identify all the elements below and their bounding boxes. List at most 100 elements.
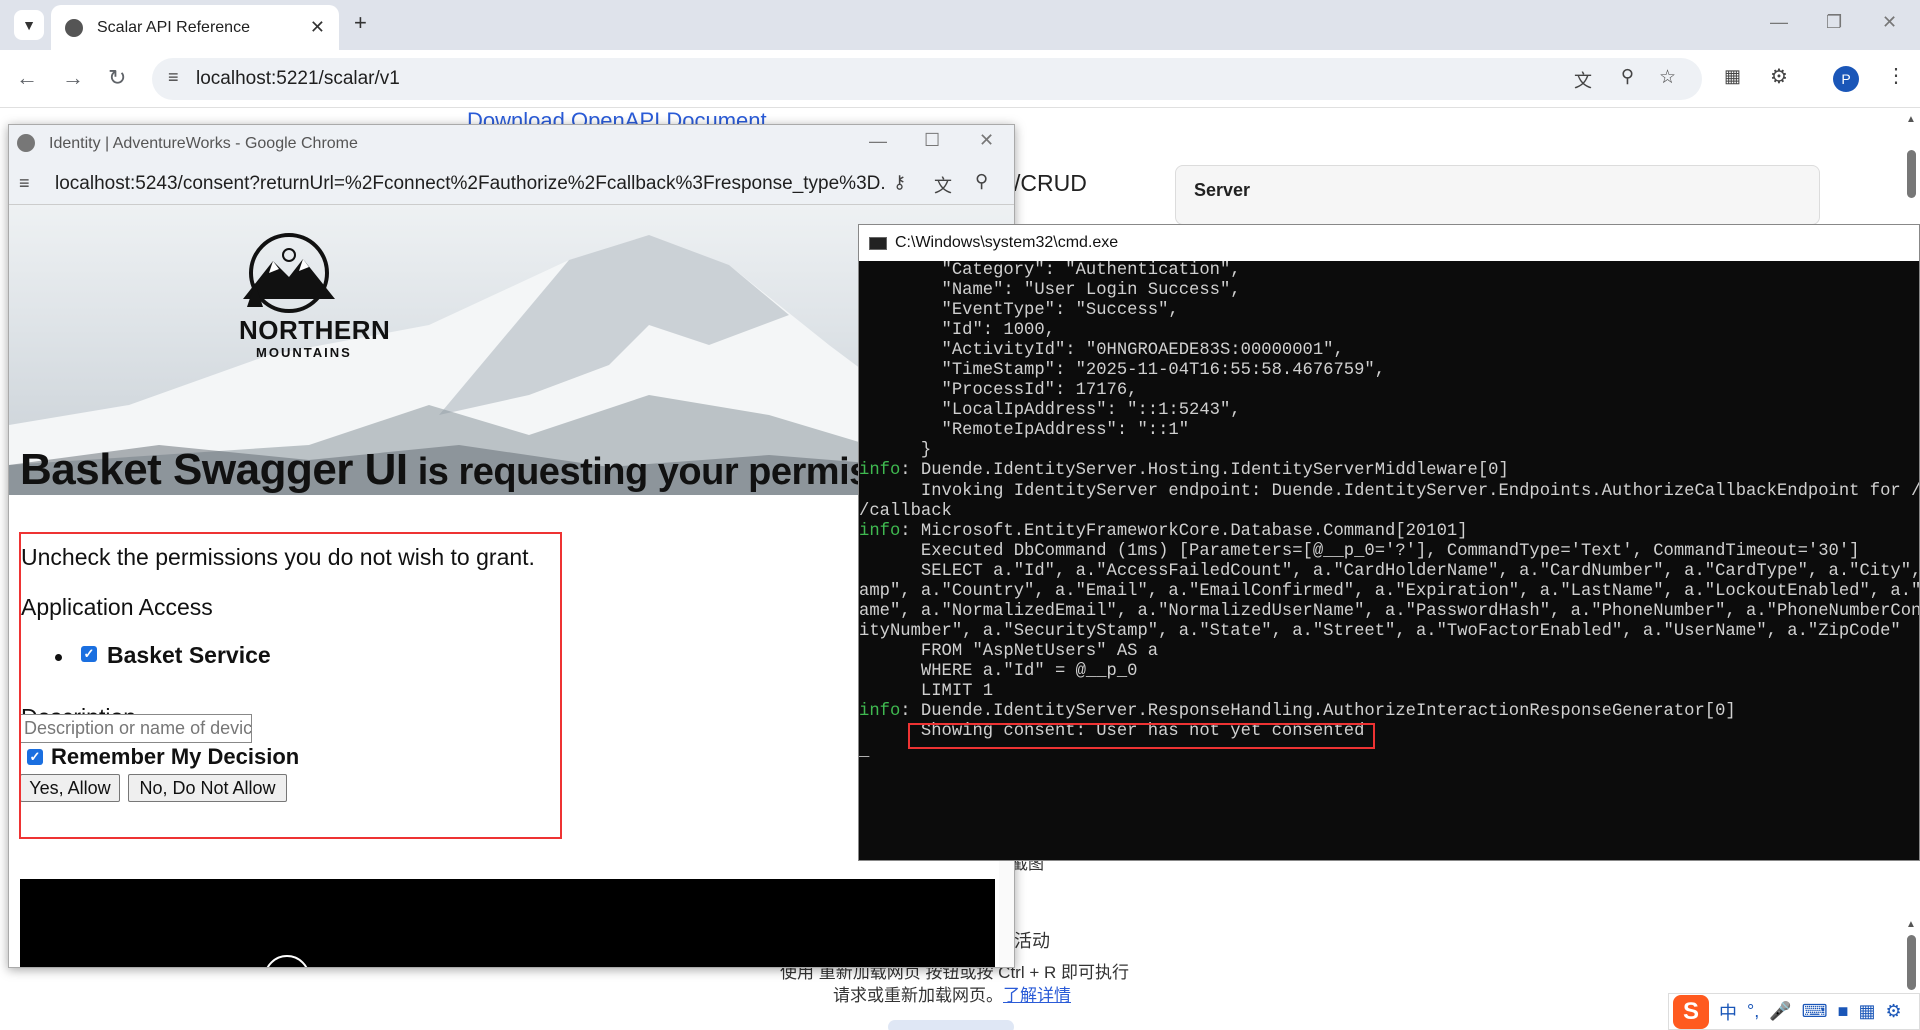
server-panel[interactable]: Server: [1175, 165, 1820, 225]
scrollbar-thumb[interactable]: [1907, 150, 1916, 198]
console-line: "RemoteIpAddress": "::1": [859, 421, 1919, 441]
popup-window-title: Identity | AdventureWorks - Google Chrom…: [49, 135, 358, 152]
new-tab-button[interactable]: +: [354, 10, 367, 36]
bg-text-4: 请求或重新加载网页。: [833, 986, 1003, 1005]
console-line: /callback: [859, 502, 1919, 522]
consent-log-highlight: [908, 723, 1375, 749]
bookmark-star-icon[interactable]: ☆: [1659, 66, 1676, 89]
learn-more-link[interactable]: 了解详情: [1003, 981, 1071, 1006]
site-info-icon[interactable]: ≡: [168, 67, 179, 88]
reload-button[interactable]: ↻: [108, 65, 126, 91]
popup-url: localhost:5243/consent?returnUrl=%2Fconn…: [55, 172, 885, 194]
address-bar[interactable]: ≡ localhost:5221/scalar/v1 文 ⚲ ☆: [152, 58, 1702, 100]
reload-pill[interactable]: [888, 1020, 1014, 1030]
console-line: info: Duende.IdentityServer.ResponseHand…: [859, 702, 1919, 722]
apps-grid-icon[interactable]: ▦: [1858, 1001, 1875, 1022]
server-label: Server: [1194, 180, 1251, 200]
keyboard-icon[interactable]: ⌨: [1802, 1001, 1828, 1022]
crud-heading: /CRUD: [1014, 170, 1087, 196]
footer-logo-icon: [264, 955, 310, 967]
northern-mountains-logo-icon: [243, 233, 335, 313]
url-text: localhost:5221/scalar/v1: [196, 68, 400, 89]
popup-minimize-button[interactable]: —: [869, 131, 887, 152]
consent-heading: Basket Swagger UI is requesting your per…: [20, 445, 946, 495]
key-icon[interactable]: ⚷: [893, 172, 906, 193]
ime-toolbar: S 中 °, 🎤 ⌨ ■ ▦ ⚙: [1668, 993, 1920, 1030]
site-info-icon[interactable]: ≡: [19, 173, 30, 194]
scrollbar-thumb-2[interactable]: [1907, 935, 1916, 990]
ime-punctuation[interactable]: °,: [1747, 1001, 1759, 1022]
console-line: LIMIT 1: [859, 681, 1919, 702]
back-button[interactable]: ←: [16, 65, 38, 91]
console-line-text: ame", a."NormalizedEmail", a."Normalized…: [859, 601, 1919, 621]
console-line: amp", a."Country", a."Email", a."EmailCo…: [859, 581, 1920, 602]
console-line-text: FROM "AspNetUsers" AS a: [859, 641, 1159, 661]
console-line-text: ityNumber", a."SecurityStamp", a."State"…: [859, 621, 1901, 641]
logo-text-mountains: MOUNTAINS: [256, 345, 352, 360]
extension-app-icon[interactable]: ▦: [1724, 66, 1741, 87]
scroll-up-arrow[interactable]: ▲: [1906, 114, 1916, 125]
console-line-text: : Duende.IdentityServer.ResponseHandling…: [900, 702, 1736, 722]
console-line: "ProcessId": 17176,: [859, 381, 1919, 401]
console-line: ityNumber", a."SecurityStamp", a."State"…: [859, 621, 1919, 642]
translate-icon[interactable]: 文: [1574, 67, 1592, 93]
console-line: SELECT a."Id", a."AccessFailedCount", a.…: [859, 561, 1920, 582]
profile-avatar[interactable]: P: [1833, 66, 1859, 92]
translate-icon[interactable]: 文: [934, 172, 952, 198]
console-line-text: : Microsoft.EntityFrameworkCore.Database…: [900, 521, 1468, 541]
console-line-text: "Category": "Authentication",: [859, 261, 1241, 280]
console-line-text: }: [859, 441, 932, 461]
console-line: ame", a."NormalizedEmail", a."Normalized…: [859, 601, 1919, 622]
more-menu-icon[interactable]: ⋮: [1886, 63, 1906, 88]
toolbar: ← → ↻ ≡ localhost:5221/scalar/v1 文 ⚲ ☆ ▦…: [0, 50, 1920, 108]
popup-close-button[interactable]: ✕: [979, 130, 994, 151]
popup-title-bar: Identity | AdventureWorks - Google Chrom…: [9, 125, 1014, 163]
console-line: Executed DbCommand (1ms) [Parameters=[@_…: [859, 541, 1919, 562]
tab-scalar[interactable]: Scalar API Reference ✕: [51, 5, 339, 50]
scroll-up-arrow-2[interactable]: ▲: [1906, 919, 1916, 930]
log-level-label: info: [859, 461, 901, 481]
console-line-text: : Duende.IdentityServer.Hosting.Identity…: [900, 461, 1509, 481]
extensions-puzzle-icon[interactable]: ⚙: [1770, 64, 1788, 89]
cmd-window: C:\Windows\system32\cmd.exe "Category": …: [858, 224, 1920, 861]
skin-icon[interactable]: ⚙: [1886, 1001, 1902, 1022]
microphone-icon[interactable]: 🎤: [1769, 1001, 1791, 1022]
tab-title: Scalar API Reference: [97, 18, 250, 36]
client-app-name: Basket Swagger UI: [20, 445, 408, 494]
close-tab-icon[interactable]: ✕: [310, 17, 325, 38]
sogou-logo-icon[interactable]: S: [1673, 994, 1709, 1029]
close-window-button[interactable]: ✕: [1882, 12, 1897, 33]
forward-button[interactable]: →: [62, 65, 84, 91]
tab-search-button[interactable]: ▼: [14, 10, 44, 40]
cmd-icon: [869, 237, 887, 250]
ime-language[interactable]: 中: [1719, 999, 1737, 1025]
console-line: "EventType": "Success",: [859, 301, 1919, 321]
console-line-text: WHERE a."Id" = @__p_0: [859, 661, 1138, 681]
cmd-title: C:\Windows\system32\cmd.exe: [895, 234, 1119, 251]
shirt-icon[interactable]: ■: [1838, 1001, 1849, 1022]
console-line: "LocalIpAddress": "::1:5243",: [859, 401, 1919, 421]
zoom-icon[interactable]: ⚲: [975, 171, 988, 192]
console-line-text: "EventType": "Success",: [859, 301, 1179, 321]
console-line: WHERE a."Id" = @__p_0: [859, 661, 1919, 682]
minimize-button[interactable]: —: [1770, 12, 1788, 33]
console-line-text: LIMIT 1: [859, 681, 994, 701]
console-line: info: Microsoft.EntityFrameworkCore.Data…: [859, 521, 1919, 542]
console-line-text: Invoking IdentityServer endpoint: Duende…: [920, 481, 1919, 501]
console-line-text: amp", a."Country", a."Email", a."EmailCo…: [859, 581, 1920, 601]
restore-button[interactable]: ❐: [1826, 12, 1842, 33]
console-output: "Category": "Authentication", "Name": "U…: [859, 261, 1920, 860]
console-line: FROM "AspNetUsers" AS a: [859, 641, 1919, 662]
footer-black-area: [20, 879, 995, 967]
popup-address-bar[interactable]: ≡ localhost:5243/consent?returnUrl=%2Fco…: [9, 163, 1014, 205]
console-line: info: Duende.IdentityServer.Hosting.Iden…: [859, 461, 1919, 481]
zoom-icon[interactable]: ⚲: [1621, 66, 1634, 87]
logo-text-northern: NORTHERN: [239, 315, 391, 345]
console-line-text: SELECT a."Id", a."AccessFailedCount", a.…: [920, 561, 1920, 581]
console-line-text: "Id": 1000,: [859, 321, 1055, 341]
popup-maximize-button[interactable]: ☐: [924, 130, 940, 151]
console-line-text: "ActivityId": "0HNGROAEDE83S:00000001",: [859, 341, 1344, 361]
console-line: "Category": "Authentication",: [859, 261, 1919, 281]
console-line-text: "LocalIpAddress": "::1:5243",: [859, 401, 1241, 421]
console-line-text: Executed DbCommand (1ms) [Parameters=[@_…: [859, 541, 1860, 561]
